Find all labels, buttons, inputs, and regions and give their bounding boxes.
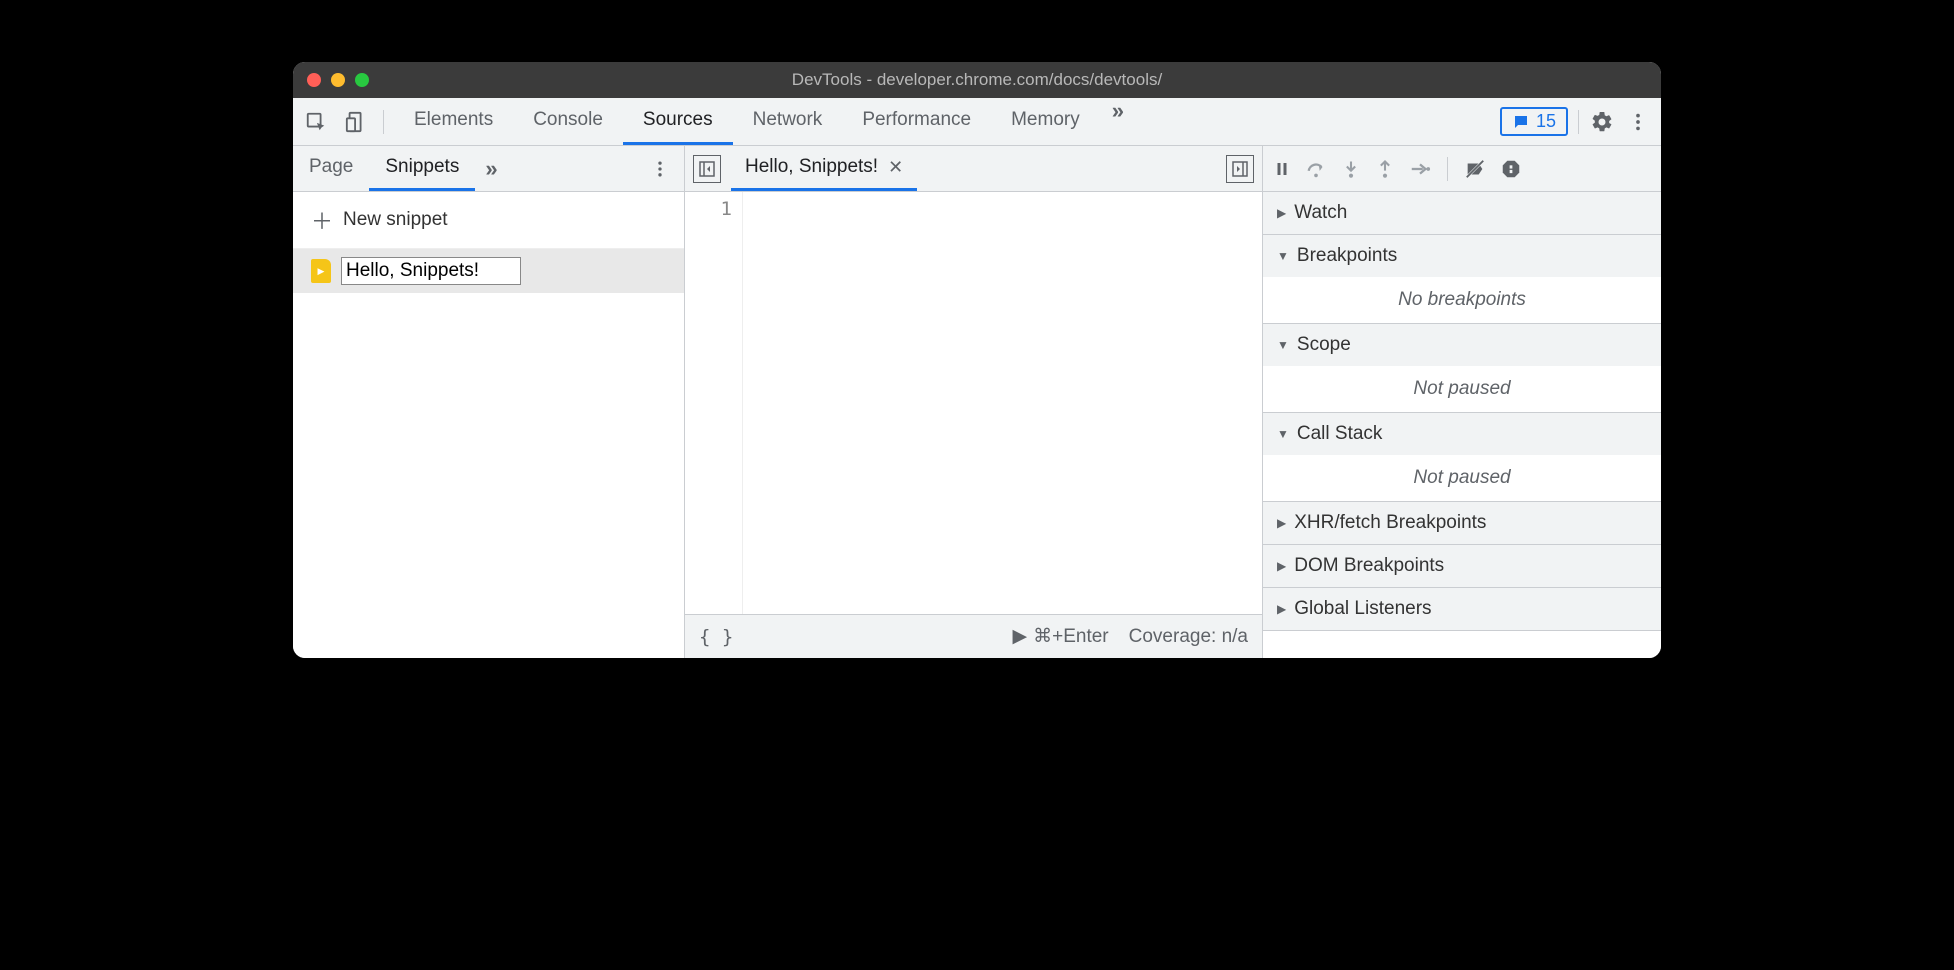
- navigator-tab-page[interactable]: Page: [293, 146, 369, 191]
- editor-tabstrip: Hello, Snippets! ✕: [685, 146, 1262, 192]
- debugger-pane: ▶ Watch ▼ Breakpoints No breakpoints ▼ S…: [1263, 146, 1661, 658]
- snippet-list-item[interactable]: [293, 249, 684, 293]
- breakpoints-header[interactable]: ▼ Breakpoints: [1263, 235, 1661, 277]
- collapse-icon: ▶: [1277, 206, 1286, 220]
- kebab-menu-icon[interactable]: [1625, 109, 1651, 135]
- debugger-divider: [1447, 157, 1448, 181]
- step-out-icon[interactable]: [1375, 159, 1395, 179]
- titlebar: DevTools - developer.chrome.com/docs/dev…: [293, 62, 1661, 98]
- toolbar-divider: [1578, 110, 1579, 134]
- run-hint: ⌘+Enter: [1033, 625, 1109, 648]
- close-tab-icon[interactable]: ✕: [888, 157, 903, 178]
- navigator-menu-icon[interactable]: [636, 159, 684, 179]
- editor-footer: { } ▶ ⌘+Enter Coverage: n/a: [685, 614, 1262, 658]
- snippet-file-icon: [311, 259, 331, 283]
- window-title: DevTools - developer.chrome.com/docs/dev…: [293, 70, 1661, 90]
- scope-header[interactable]: ▼ Scope: [1263, 324, 1661, 366]
- line-gutter: 1: [685, 192, 743, 614]
- main-tabs: Elements Console Sources Network Perform…: [394, 98, 1136, 145]
- tab-sources[interactable]: Sources: [623, 98, 733, 145]
- tab-network[interactable]: Network: [733, 98, 843, 145]
- callstack-section: ▼ Call Stack Not paused: [1263, 413, 1661, 502]
- global-listeners-section: ▶ Global Listeners: [1263, 588, 1661, 631]
- expand-icon: ▼: [1277, 338, 1289, 352]
- minimize-window-button[interactable]: [331, 73, 345, 87]
- main-toolbar: Elements Console Sources Network Perform…: [293, 98, 1661, 146]
- callstack-body: Not paused: [1263, 455, 1661, 501]
- collapse-icon: ▶: [1277, 516, 1286, 530]
- xhr-breakpoints-label: XHR/fetch Breakpoints: [1294, 512, 1486, 534]
- global-listeners-label: Global Listeners: [1294, 598, 1431, 620]
- show-debugger-icon[interactable]: [1226, 155, 1254, 183]
- scope-body: Not paused: [1263, 366, 1661, 412]
- dom-breakpoints-label: DOM Breakpoints: [1294, 555, 1444, 577]
- watch-label: Watch: [1294, 202, 1347, 224]
- inspect-element-icon[interactable]: [303, 109, 329, 135]
- watch-section: ▶ Watch: [1263, 192, 1661, 235]
- show-navigator-icon[interactable]: [693, 155, 721, 183]
- xhr-breakpoints-section: ▶ XHR/fetch Breakpoints: [1263, 502, 1661, 545]
- line-number: 1: [685, 198, 732, 220]
- tab-elements[interactable]: Elements: [394, 98, 513, 145]
- settings-icon[interactable]: [1589, 109, 1615, 135]
- navigator-tab-snippets[interactable]: Snippets: [369, 146, 475, 191]
- tab-console[interactable]: Console: [513, 98, 623, 145]
- deactivate-breakpoints-icon[interactable]: [1464, 158, 1486, 180]
- scope-label: Scope: [1297, 334, 1351, 356]
- step-into-icon[interactable]: [1341, 159, 1361, 179]
- dom-breakpoints-header[interactable]: ▶ DOM Breakpoints: [1263, 545, 1661, 587]
- traffic-lights: [293, 73, 369, 87]
- step-icon[interactable]: [1409, 158, 1431, 180]
- pause-on-exceptions-icon[interactable]: [1500, 158, 1522, 180]
- breakpoints-body: No breakpoints: [1263, 277, 1661, 323]
- tab-memory[interactable]: Memory: [991, 98, 1100, 145]
- editor-tab[interactable]: Hello, Snippets! ✕: [731, 146, 917, 191]
- navigator-more-tabs-icon[interactable]: »: [475, 156, 507, 182]
- more-tabs-icon[interactable]: »: [1100, 98, 1136, 145]
- step-over-icon[interactable]: [1305, 158, 1327, 180]
- close-window-button[interactable]: [307, 73, 321, 87]
- messages-badge[interactable]: 15: [1500, 107, 1568, 136]
- toolbar-divider: [383, 110, 384, 134]
- plus-icon: ＋: [311, 204, 333, 236]
- breakpoints-section: ▼ Breakpoints No breakpoints: [1263, 235, 1661, 324]
- devtools-window: DevTools - developer.chrome.com/docs/dev…: [293, 62, 1661, 658]
- collapse-icon: ▶: [1277, 559, 1286, 573]
- new-snippet-button[interactable]: ＋ New snippet: [293, 192, 684, 249]
- navigator-sidebar: Page Snippets » ＋ New snippet: [293, 146, 685, 658]
- run-snippet-button[interactable]: ▶ ⌘+Enter: [1013, 625, 1109, 648]
- new-snippet-label: New snippet: [343, 209, 448, 231]
- content-area: Page Snippets » ＋ New snippet: [293, 146, 1661, 658]
- scope-section: ▼ Scope Not paused: [1263, 324, 1661, 413]
- callstack-label: Call Stack: [1297, 423, 1383, 445]
- breakpoints-label: Breakpoints: [1297, 245, 1397, 267]
- messages-count: 15: [1536, 111, 1556, 132]
- format-button[interactable]: { }: [699, 626, 733, 648]
- watch-header[interactable]: ▶ Watch: [1263, 192, 1661, 234]
- pause-icon[interactable]: [1273, 160, 1291, 178]
- editor-tab-title: Hello, Snippets!: [745, 156, 878, 178]
- global-listeners-header[interactable]: ▶ Global Listeners: [1263, 588, 1661, 630]
- expand-icon: ▼: [1277, 249, 1289, 263]
- code-editor[interactable]: 1: [685, 192, 1262, 614]
- maximize-window-button[interactable]: [355, 73, 369, 87]
- coverage-status: Coverage: n/a: [1129, 626, 1248, 648]
- debugger-toolbar: [1263, 146, 1661, 192]
- expand-icon: ▼: [1277, 427, 1289, 441]
- navigator-tabs: Page Snippets »: [293, 146, 684, 192]
- xhr-breakpoints-header[interactable]: ▶ XHR/fetch Breakpoints: [1263, 502, 1661, 544]
- snippet-name-input[interactable]: [341, 257, 521, 285]
- play-icon: ▶: [1013, 625, 1028, 648]
- editor-pane: Hello, Snippets! ✕ 1 { } ▶ ⌘+Enter: [685, 146, 1263, 658]
- callstack-header[interactable]: ▼ Call Stack: [1263, 413, 1661, 455]
- tab-performance[interactable]: Performance: [842, 98, 991, 145]
- dom-breakpoints-section: ▶ DOM Breakpoints: [1263, 545, 1661, 588]
- collapse-icon: ▶: [1277, 602, 1286, 616]
- device-toggle-icon[interactable]: [343, 109, 369, 135]
